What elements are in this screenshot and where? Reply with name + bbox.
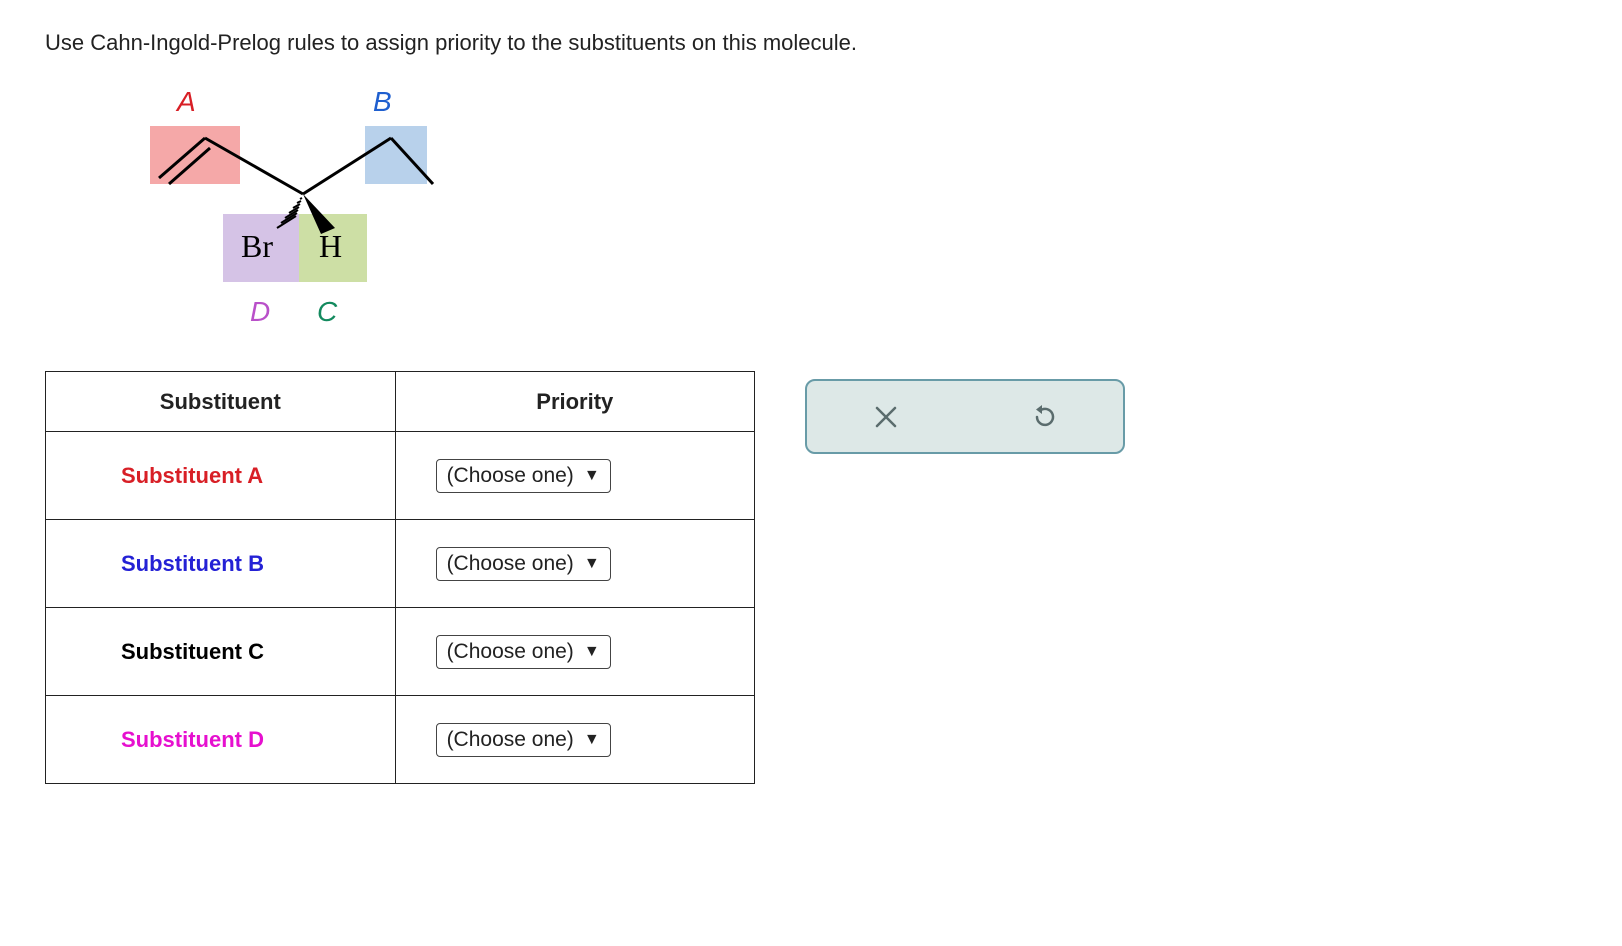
priority-dropdown-b[interactable]: (Choose one) ▼	[436, 547, 611, 581]
clear-button[interactable]	[866, 397, 906, 437]
label-b: B	[373, 86, 392, 118]
table-row: Substituent C (Choose one) ▼	[46, 608, 755, 696]
molecule-bonds	[125, 86, 445, 336]
header-substituent: Substituent	[46, 372, 396, 432]
dropdown-text: (Choose one)	[447, 640, 574, 664]
chevron-down-icon: ▼	[584, 731, 600, 749]
tool-panel	[805, 379, 1125, 454]
question-prompt: Use Cahn-Ingold-Prelog rules to assign p…	[45, 30, 1577, 56]
molecule-diagram: A B Br H D C	[125, 86, 445, 336]
dropdown-text: (Choose one)	[447, 464, 574, 488]
priority-dropdown-c[interactable]: (Choose one) ▼	[436, 635, 611, 669]
priority-dropdown-a[interactable]: (Choose one) ▼	[436, 459, 611, 493]
row-label-d: Substituent D	[46, 696, 396, 784]
atom-br: Br	[241, 228, 273, 265]
header-priority: Priority	[395, 372, 754, 432]
table-row: Substituent A (Choose one) ▼	[46, 432, 755, 520]
dropdown-text: (Choose one)	[447, 552, 574, 576]
label-a: A	[177, 86, 196, 118]
row-label-b: Substituent B	[46, 520, 396, 608]
close-icon	[873, 404, 899, 430]
table-row: Substituent D (Choose one) ▼	[46, 696, 755, 784]
label-d: D	[250, 296, 270, 328]
chevron-down-icon: ▼	[584, 467, 600, 485]
row-label-a: Substituent A	[46, 432, 396, 520]
undo-icon	[1030, 403, 1058, 431]
row-label-c: Substituent C	[46, 608, 396, 696]
label-c: C	[317, 296, 337, 328]
reset-button[interactable]	[1024, 397, 1064, 437]
chevron-down-icon: ▼	[584, 555, 600, 573]
table-row: Substituent B (Choose one) ▼	[46, 520, 755, 608]
chevron-down-icon: ▼	[584, 643, 600, 661]
priority-dropdown-d[interactable]: (Choose one) ▼	[436, 723, 611, 757]
atom-h: H	[319, 228, 342, 265]
dropdown-text: (Choose one)	[447, 728, 574, 752]
priority-table: Substituent Priority Substituent A (Choo…	[45, 371, 755, 784]
